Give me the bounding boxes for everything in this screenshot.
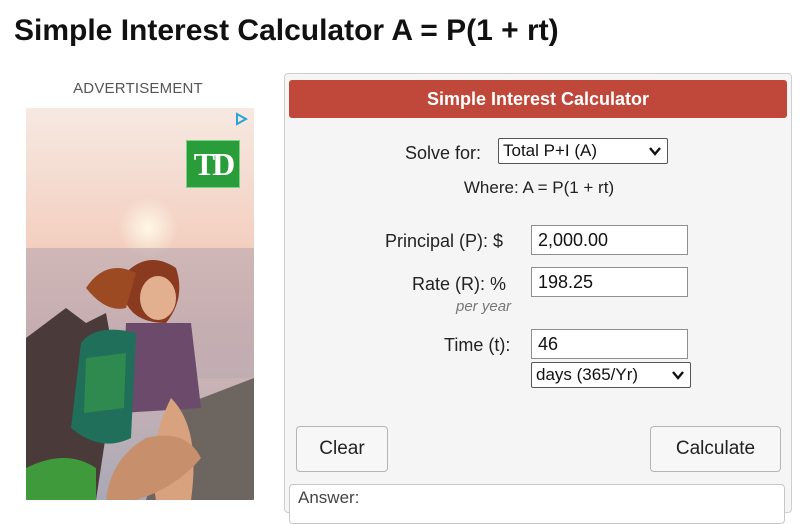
calculator-header: Simple Interest Calculator xyxy=(289,80,787,118)
calculate-button[interactable]: Calculate xyxy=(650,426,781,472)
time-label: Time (t): xyxy=(444,335,511,355)
advertisement-label: ADVERTISEMENT xyxy=(73,80,203,97)
principal-input[interactable]: 2,000.00 xyxy=(531,225,688,255)
formula-text: Where: A = P(1 + rt) xyxy=(463,178,615,197)
advertisement-banner[interactable]: TD xyxy=(26,108,254,500)
simple-interest-calculator: Simple Interest Calculator Solve for: To… xyxy=(284,73,792,524)
rate-input[interactable]: 198.25 xyxy=(531,267,688,297)
answer-box: Answer: xyxy=(289,484,785,524)
page-title: Simple Interest Calculator A = P(1 + rt) xyxy=(14,14,559,47)
time-input[interactable]: 46 xyxy=(531,329,688,359)
clear-button[interactable]: Clear xyxy=(296,426,388,472)
solve-for-select[interactable]: Total P+I (A) xyxy=(498,138,668,164)
principal-label: Principal (P): $ xyxy=(385,231,504,251)
chevron-down-icon xyxy=(671,366,685,388)
ad-choices-icon[interactable] xyxy=(234,112,248,126)
time-unit-value: days (365/Yr) xyxy=(536,365,639,384)
chevron-down-icon xyxy=(648,142,662,164)
solve-for-value: Total P+I (A) xyxy=(503,141,598,160)
time-unit-select[interactable]: days (365/Yr) xyxy=(531,362,691,388)
answer-label: Answer: xyxy=(298,488,360,507)
rate-label: Rate (R): % xyxy=(412,274,507,294)
solve-for-label: Solve for: xyxy=(405,143,482,163)
rate-per-year-label: per year xyxy=(456,298,512,315)
td-bank-logo: TD xyxy=(186,140,240,188)
